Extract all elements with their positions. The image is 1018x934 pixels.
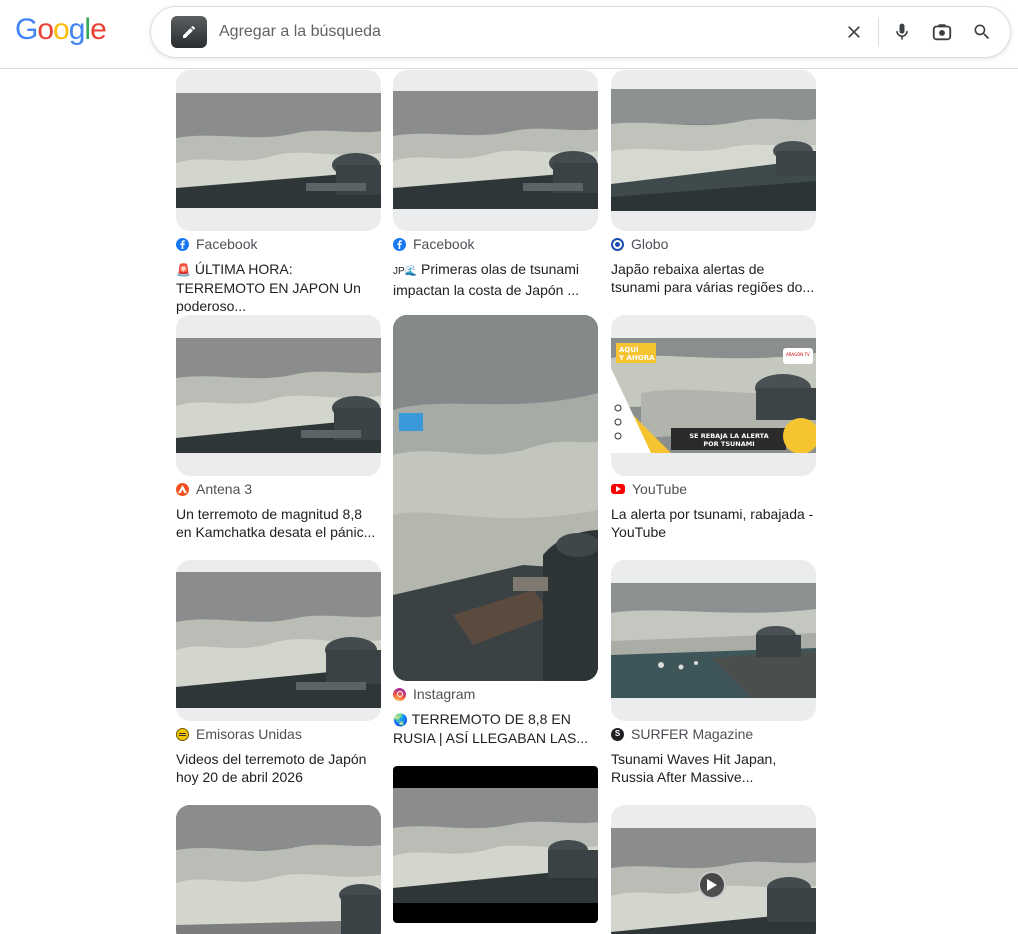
result-title-text: La alerta por tsunami, rabajada - YouTub… — [611, 506, 814, 540]
overlay-banner-line2: POR TSUNAMI — [703, 440, 755, 448]
youtube-icon — [611, 484, 625, 494]
search-divider — [878, 17, 879, 47]
result-source[interactable]: Emisoras Unidas — [176, 725, 302, 743]
tsunami-image — [176, 805, 381, 934]
result-source[interactable]: Instagram — [393, 685, 475, 703]
tsunami-image — [393, 91, 598, 209]
play-icon[interactable] — [698, 871, 726, 899]
result-title[interactable]: Videos del terremoto de Japón hoy 20 de … — [176, 750, 381, 786]
result-title-text: Videos del terremoto de Japón hoy 20 de … — [176, 751, 367, 785]
result-title[interactable]: Un terremoto de magnitud 8,8 en Kamchatk… — [176, 505, 381, 541]
tsunami-image — [393, 315, 598, 681]
result-thumbnail[interactable] — [176, 315, 381, 476]
overlay-banner: SE REBAJA LA ALERTA POR TSUNAMI — [673, 432, 785, 448]
result-title-prefix: 🌏 — [393, 713, 408, 727]
result-source[interactable]: Antena 3 — [176, 480, 252, 498]
facebook-icon — [393, 237, 406, 251]
result-thumbnail[interactable] — [393, 766, 598, 923]
result-card[interactable]: Antena 3 Un terremoto de magnitud 8,8 en… — [176, 315, 381, 540]
overlay-channel-tag: ARAGÓN TV — [786, 352, 810, 357]
overlay-aqui-line2: Y AHORA — [619, 354, 655, 362]
result-title-prefix: JP🌊 — [393, 266, 418, 277]
result-source-label: Emisoras Unidas — [196, 726, 302, 742]
search-input[interactable] — [219, 20, 779, 44]
globo-icon — [611, 237, 624, 251]
surfer-icon: S — [611, 727, 624, 741]
result-title-text: Un terremoto de magnitud 8,8 en Kamchatk… — [176, 506, 376, 540]
result-card[interactable] — [611, 805, 816, 934]
result-card[interactable]: Emisoras Unidas Videos del terremoto de … — [176, 560, 381, 785]
close-icon[interactable] — [840, 18, 868, 46]
result-title-prefix: 🚨 — [176, 263, 191, 277]
tsunami-image — [176, 572, 381, 708]
result-card[interactable]: Instagram 🌏 TERREMOTO DE 8,8 EN RUSIA | … — [393, 315, 598, 746]
search-image-thumbnail[interactable] — [171, 16, 207, 48]
result-thumbnail[interactable]: AQUÍ Y AHORA ARAGÓN TV SE REBAJA LA ALER… — [611, 315, 816, 476]
result-source-label: Globo — [631, 236, 669, 252]
search-icon[interactable] — [968, 18, 996, 46]
facebook-icon — [176, 237, 189, 251]
result-title[interactable]: Tsunami Waves Hit Japan, Russia After Ma… — [611, 750, 816, 786]
camera-lens-icon[interactable] — [928, 18, 956, 46]
instagram-icon — [393, 687, 406, 701]
result-card[interactable] — [393, 766, 598, 923]
result-title[interactable]: Japão rebaixa alertas de tsunami para vá… — [611, 260, 816, 296]
result-source[interactable]: Globo — [611, 235, 668, 253]
result-title-text: ÚLTIMA HORA: TERREMOTO EN JAPON Un poder… — [176, 261, 361, 314]
result-source-label: Facebook — [413, 236, 475, 252]
result-title-text: Primeras olas de tsunami impactan la cos… — [393, 261, 579, 298]
result-title-text: Japão rebaixa alertas de tsunami para vá… — [611, 261, 815, 295]
result-source[interactable]: Facebook — [393, 235, 474, 253]
google-logo[interactable]: Google — [15, 12, 107, 48]
result-title-text: TERREMOTO DE 8,8 EN RUSIA | ASÍ LLEGABAN… — [393, 711, 589, 746]
result-source-label: SURFER Magazine — [631, 726, 754, 742]
emisoras-unidas-icon — [176, 727, 189, 741]
result-source[interactable]: S SURFER Magazine — [611, 725, 753, 743]
result-title-text: Tsunami Waves Hit Japan, Russia After Ma… — [611, 751, 777, 785]
result-card[interactable] — [176, 805, 381, 934]
result-card[interactable]: Globo Japão rebaixa alertas de tsunami p… — [611, 70, 816, 295]
result-thumbnail[interactable] — [611, 805, 816, 934]
tsunami-image — [176, 338, 381, 453]
result-source-label: Facebook — [196, 236, 258, 252]
result-source[interactable]: YouTube — [611, 480, 687, 498]
pencil-edit-icon — [183, 25, 196, 38]
result-thumbnail[interactable] — [176, 70, 381, 231]
result-source-label: Instagram — [413, 686, 476, 702]
result-thumbnail[interactable] — [393, 315, 598, 681]
microphone-icon[interactable] — [888, 18, 916, 46]
overlay-aqui-line1: AQUÍ — [619, 346, 639, 354]
result-card[interactable]: AQUÍ Y AHORA ARAGÓN TV SE REBAJA LA ALER… — [611, 315, 816, 540]
result-card[interactable]: S SURFER Magazine Tsunami Waves Hit Japa… — [611, 560, 816, 785]
result-thumbnail[interactable] — [611, 560, 816, 721]
result-title[interactable]: La alerta por tsunami, rabajada - YouTub… — [611, 505, 816, 541]
result-card[interactable]: Facebook JP🌊 Primeras olas de tsunami im… — [393, 70, 598, 298]
overlay-banner-line1: SE REBAJA LA ALERTA — [689, 432, 769, 440]
result-source-label: YouTube — [632, 481, 688, 497]
result-thumbnail[interactable] — [176, 560, 381, 721]
tsunami-image — [176, 93, 381, 208]
tsunami-aerial-image — [611, 583, 816, 698]
search-box[interactable] — [150, 6, 1011, 58]
result-title[interactable]: 🚨 ÚLTIMA HORA: TERREMOTO EN JAPON Un pod… — [176, 260, 381, 315]
result-thumbnail[interactable] — [611, 70, 816, 231]
result-thumbnail[interactable] — [393, 70, 598, 231]
result-source[interactable]: Facebook — [176, 235, 257, 253]
result-title[interactable]: JP🌊 Primeras olas de tsunami impactan la… — [393, 260, 598, 299]
result-thumbnail[interactable] — [176, 805, 381, 934]
result-card[interactable]: Facebook 🚨 ÚLTIMA HORA: TERREMOTO EN JAP… — [176, 70, 381, 314]
result-source-label: Antena 3 — [196, 481, 253, 497]
tsunami-image — [393, 788, 598, 903]
antena3-icon — [176, 482, 189, 496]
tsunami-image — [611, 89, 816, 211]
result-title[interactable]: 🌏 TERREMOTO DE 8,8 EN RUSIA | ASÍ LLEGAB… — [393, 710, 598, 747]
header: Google — [0, 0, 1018, 69]
overlay-aqui-y-ahora: AQUÍ Y AHORA — [619, 346, 655, 362]
